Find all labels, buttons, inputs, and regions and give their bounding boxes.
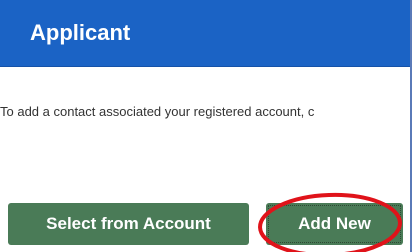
select-from-account-button[interactable]: Select from Account [8, 203, 249, 245]
section-title: Applicant [30, 20, 131, 45]
panel-border [410, 0, 412, 252]
applicant-section: Applicant To add a contact associated yo… [0, 0, 415, 252]
add-new-button[interactable]: Add New [266, 203, 403, 245]
instruction-text: To add a contact associated your registe… [0, 104, 315, 119]
section-header: Applicant [0, 0, 410, 67]
